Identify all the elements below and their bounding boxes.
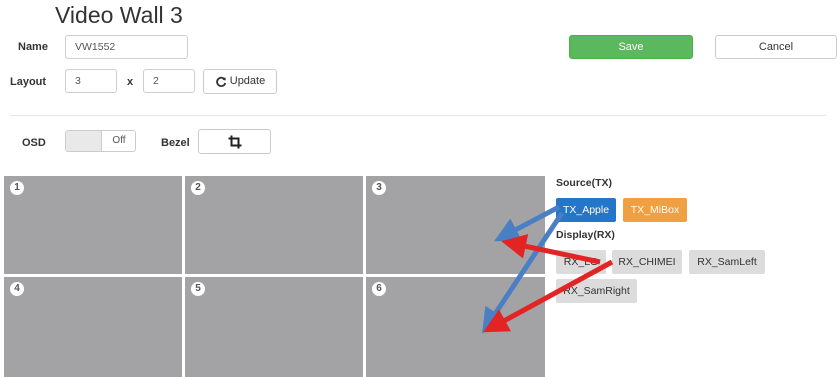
wall-cell-4[interactable]: 4 (4, 277, 182, 377)
source-tx-apple[interactable]: TX_Apple (556, 198, 616, 222)
display-rx-chimei[interactable]: RX_CHIMEI (612, 250, 682, 274)
update-button[interactable]: Update (203, 69, 277, 94)
layout-separator: x (127, 76, 134, 88)
display-heading: Display(RX) (556, 229, 615, 241)
bezel-button[interactable] (198, 129, 271, 154)
display-rx-samleft[interactable]: RX_SamLeft (689, 250, 765, 274)
cell-number: 3 (372, 181, 386, 195)
refresh-icon (215, 76, 226, 87)
update-button-label: Update (229, 75, 266, 87)
cell-number: 4 (10, 282, 24, 296)
page-title: Video Wall 3 (55, 2, 183, 28)
wall-cell-3[interactable]: 3 (366, 176, 545, 274)
source-heading: Source(TX) (556, 177, 613, 189)
cell-number: 2 (191, 181, 205, 195)
video-wall-grid: 1 2 3 4 5 6 (4, 176, 545, 377)
cancel-button[interactable]: Cancel (715, 35, 837, 59)
wall-cell-1[interactable]: 1 (4, 176, 182, 274)
osd-toggle[interactable]: Off (65, 130, 136, 152)
crop-icon (228, 135, 241, 148)
layout-columns-input[interactable]: 3 (65, 69, 117, 93)
name-label: Name (18, 41, 48, 53)
wall-cell-2[interactable]: 2 (185, 176, 363, 274)
osd-label: OSD (22, 137, 46, 149)
save-button[interactable]: Save (569, 35, 693, 59)
wall-cell-6[interactable]: 6 (366, 277, 545, 377)
osd-toggle-knob (66, 131, 102, 151)
wall-cell-5[interactable]: 5 (185, 277, 363, 377)
cell-number: 1 (10, 181, 24, 195)
layout-label: Layout (10, 76, 47, 88)
divider (10, 115, 826, 116)
osd-toggle-state: Off (112, 135, 126, 146)
display-rx-lg[interactable]: RX_LG (556, 250, 606, 274)
display-rx-samright[interactable]: RX_SamRight (556, 279, 637, 303)
cell-number: 5 (191, 282, 205, 296)
layout-rows-input[interactable]: 2 (143, 69, 195, 93)
cell-number: 6 (372, 282, 386, 296)
source-tx-mibox[interactable]: TX_MiBox (623, 198, 687, 222)
bezel-label: Bezel (161, 137, 190, 149)
name-input[interactable]: VW1552 (65, 35, 188, 59)
